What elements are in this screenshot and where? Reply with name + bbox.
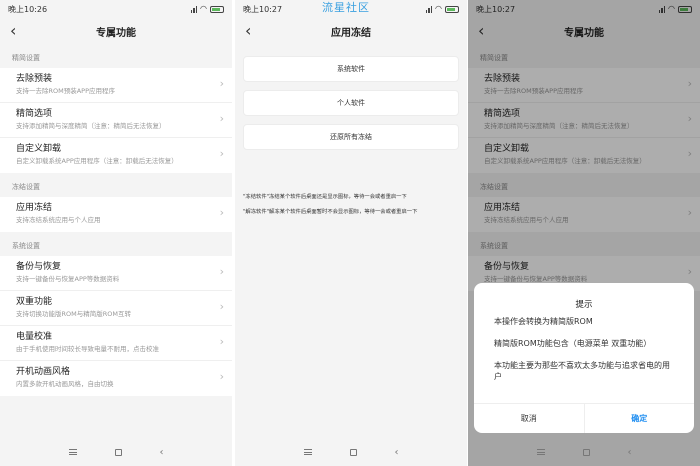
nav-back-icon[interactable]: ‹	[160, 447, 164, 458]
nav-home-icon[interactable]	[582, 448, 590, 456]
nav-bar: ‹	[235, 438, 467, 466]
section-header: 精简设置	[12, 54, 40, 62]
item-title: 双重功能	[16, 297, 53, 307]
nav-back-icon[interactable]: ‹	[395, 447, 399, 458]
section-card: 去除预装 支持一去除ROM预装APP应用程序 › 精简选项 支持添加精简与深度精…	[0, 68, 232, 173]
back-icon[interactable]: ‹	[245, 22, 251, 40]
menu-item-custom-uninstall[interactable]: 自定义卸载 自定义卸载系统APP应用程序（注意：卸载后无法恢复） ›	[0, 138, 232, 173]
menu-item-backup-restore[interactable]: 备份与恢复 支持一键备份与恢复APP等数据资料 ›	[0, 256, 232, 291]
chevron-right-icon: ›	[219, 370, 224, 383]
menu-item-boot-animation[interactable]: 开机动画风格 内置多款开机动画风格，自由切换 ›	[0, 361, 232, 396]
item-title: 自定义卸载	[16, 144, 62, 154]
item-subtitle: 内置多款开机动画风格，自由切换	[16, 380, 114, 388]
page-title: 应用冻结	[331, 27, 371, 39]
signal-icon	[425, 5, 433, 13]
status-time: 晚上10:26	[8, 4, 48, 14]
nav-menu-icon[interactable]	[68, 449, 77, 455]
chevron-right-icon: ›	[219, 147, 224, 160]
nav-back-icon[interactable]: ‹	[628, 447, 632, 458]
screen-exclusive-features: 晚上10:26 ◠ ‹ 专属功能 精简设置 去除预装 支持一去除ROM预装APP…	[0, 0, 232, 466]
section-header: 冻结设置	[12, 183, 40, 191]
menu-item-app-freeze[interactable]: 应用冻结 支持冻结系统应用与个人应用 ›	[0, 197, 232, 232]
dialog-message-line: 本操作会转换为精简版ROM	[494, 317, 593, 326]
item-title: 开机动画风格	[16, 367, 71, 377]
screen-exclusive-features-dialog: 晚上10:27 ◠ ‹ 专属功能 精简设置 去除预装 支持一去除ROM预装APP…	[468, 0, 700, 466]
nav-bar: ‹	[0, 438, 232, 466]
chevron-right-icon: ›	[219, 265, 224, 278]
nav-menu-icon[interactable]	[303, 449, 312, 455]
menu-item-battery-calibration[interactable]: 电量校准 由于手机使用时间较长导致电量不耐用，点击校准 ›	[0, 326, 232, 361]
page-title: 专属功能	[96, 27, 136, 39]
menu-item-slim-options[interactable]: 精简选项 支持添加精简与深度精简（注意：精简后无法恢复） ›	[0, 103, 232, 138]
confirm-button[interactable]: 确定	[585, 404, 695, 433]
nav-home-icon[interactable]	[349, 448, 357, 456]
confirm-dialog: 提示 本操作会转换为精简版ROM 精简版ROM功能包含（电源菜单 双重功能） 本…	[474, 283, 694, 433]
title-bar: ‹ 应用冻结	[235, 18, 467, 44]
item-subtitle: 支持一去除ROM预装APP应用程序	[16, 87, 116, 95]
item-subtitle: 支持冻结系统应用与个人应用	[16, 216, 101, 224]
nav-home-icon[interactable]	[114, 448, 122, 456]
nav-bar: ‹	[468, 438, 700, 466]
section-header: 系统设置	[12, 242, 40, 250]
title-bar: ‹ 专属功能	[0, 18, 232, 44]
item-title: 应用冻结	[16, 203, 53, 213]
freeze-note: "冻结软件"冻结某个软件后桌面还是显示图标，等待一会或者重启一下	[243, 194, 407, 200]
status-time: 晚上10:27	[243, 4, 283, 14]
nav-menu-icon[interactable]	[536, 449, 545, 455]
item-subtitle: 由于手机使用时间较长导致电量不耐用，点击校准	[16, 345, 159, 353]
section-card: 应用冻结 支持冻结系统应用与个人应用 ›	[0, 197, 232, 232]
dialog-actions: 取消 确定	[474, 403, 694, 433]
unfreeze-note: "解冻软件"解冻某个软件后桌面暂时不会显示图标，等待一会或者重启一下	[243, 209, 418, 215]
chevron-right-icon: ›	[219, 77, 224, 90]
system-apps-button[interactable]: 系统软件	[243, 56, 459, 82]
menu-item-dual-function[interactable]: 双重功能 支持切换功能版ROM与精简版ROM互转 ›	[0, 291, 232, 326]
chevron-right-icon: ›	[219, 335, 224, 348]
battery-icon	[445, 5, 459, 13]
chevron-right-icon: ›	[219, 206, 224, 219]
item-subtitle: 支持一键备份与恢复APP等数据资料	[16, 275, 120, 283]
screen-app-freeze: 晚上10:27 ◠ ‹ 应用冻结 系统软件 个人软件 还原所有冻结 "冻结软件"…	[235, 0, 467, 466]
dialog-title: 提示	[575, 300, 593, 310]
chevron-right-icon: ›	[219, 112, 224, 125]
watermark-text: 流星社区	[322, 1, 370, 14]
item-title: 电量校准	[16, 332, 53, 342]
section-card: 备份与恢复 支持一键备份与恢复APP等数据资料 › 双重功能 支持切换功能版RO…	[0, 256, 232, 396]
restore-all-frozen-button[interactable]: 还原所有冻结	[243, 124, 459, 150]
item-subtitle: 支持切换功能版ROM与精简版ROM互转	[16, 310, 131, 318]
item-title: 精简选项	[16, 109, 53, 119]
dialog-message-line: 精简版ROM功能包含（电源菜单 双重功能）	[494, 339, 652, 348]
item-subtitle: 自定义卸载系统APP应用程序（注意：卸载后无法恢复）	[16, 157, 178, 165]
wifi-icon: ◠	[200, 4, 207, 13]
dialog-message-line: 本功能主要为那些不喜欢太多功能与追求省电的用户	[494, 361, 670, 381]
personal-apps-button[interactable]: 个人软件	[243, 90, 459, 116]
item-title: 备份与恢复	[16, 262, 62, 272]
item-subtitle: 支持添加精简与深度精简（注意：精简后无法恢复）	[16, 122, 166, 130]
cancel-button[interactable]: 取消	[474, 404, 585, 433]
chevron-right-icon: ›	[219, 300, 224, 313]
battery-icon	[210, 5, 224, 13]
item-title: 去除预装	[16, 74, 53, 84]
status-bar: 晚上10:26 ◠	[0, 0, 232, 18]
wifi-icon: ◠	[435, 4, 442, 13]
back-icon[interactable]: ‹	[10, 22, 16, 40]
signal-icon	[190, 5, 198, 13]
menu-item-remove-preinstalled[interactable]: 去除预装 支持一去除ROM预装APP应用程序 ›	[0, 68, 232, 103]
